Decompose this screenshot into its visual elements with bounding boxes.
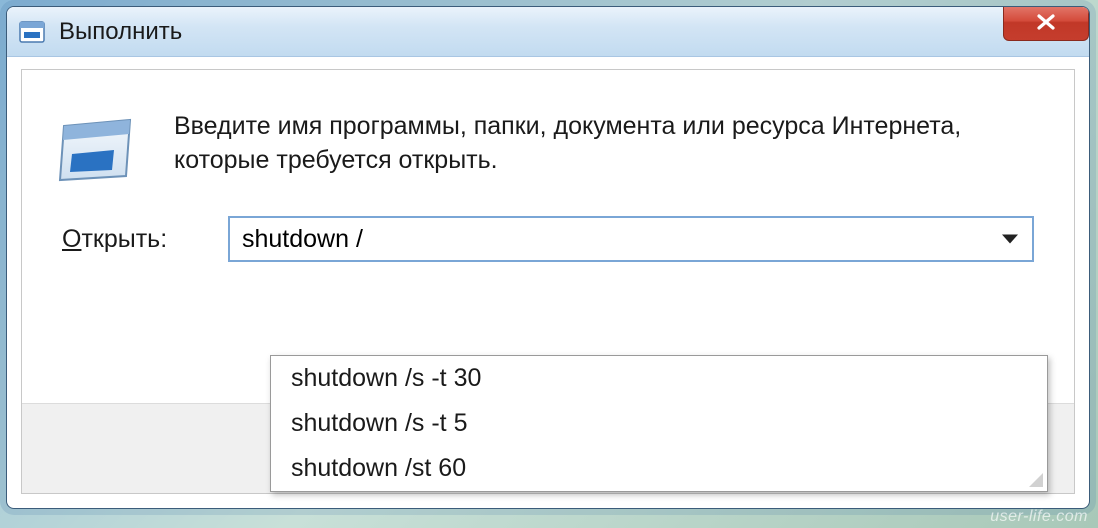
- resize-grip-icon[interactable]: [1027, 471, 1043, 487]
- open-combobox[interactable]: shutdown /: [228, 216, 1034, 262]
- open-label: Открыть:: [62, 225, 192, 254]
- run-dialog-icon: [52, 116, 138, 186]
- suggestion-item[interactable]: shutdown /s -t 30: [271, 356, 1047, 401]
- window-title: Выполнить: [59, 18, 182, 46]
- open-input-value[interactable]: shutdown /: [242, 225, 363, 254]
- dialog-description: Введите имя программы, папки, документа …: [174, 110, 1034, 186]
- titlebar[interactable]: Выполнить: [7, 7, 1089, 57]
- autocomplete-dropdown: shutdown /s -t 30 shutdown /s -t 5 shutd…: [270, 355, 1048, 492]
- run-dialog-window: Выполнить: [6, 6, 1090, 509]
- client-area: Введите имя программы, папки, документа …: [21, 69, 1075, 494]
- close-icon: [1036, 10, 1056, 36]
- chevron-down-icon[interactable]: [1002, 235, 1018, 244]
- suggestion-item[interactable]: shutdown /s -t 5: [271, 401, 1047, 446]
- content-top: Введите имя программы, папки, документа …: [22, 70, 1074, 196]
- close-button[interactable]: [1003, 6, 1089, 41]
- run-titlebar-icon: [19, 21, 45, 43]
- suggestion-item[interactable]: shutdown /st 60: [271, 446, 1047, 491]
- watermark: user-life.com: [990, 508, 1088, 526]
- input-row: Открыть: shutdown /: [22, 196, 1074, 262]
